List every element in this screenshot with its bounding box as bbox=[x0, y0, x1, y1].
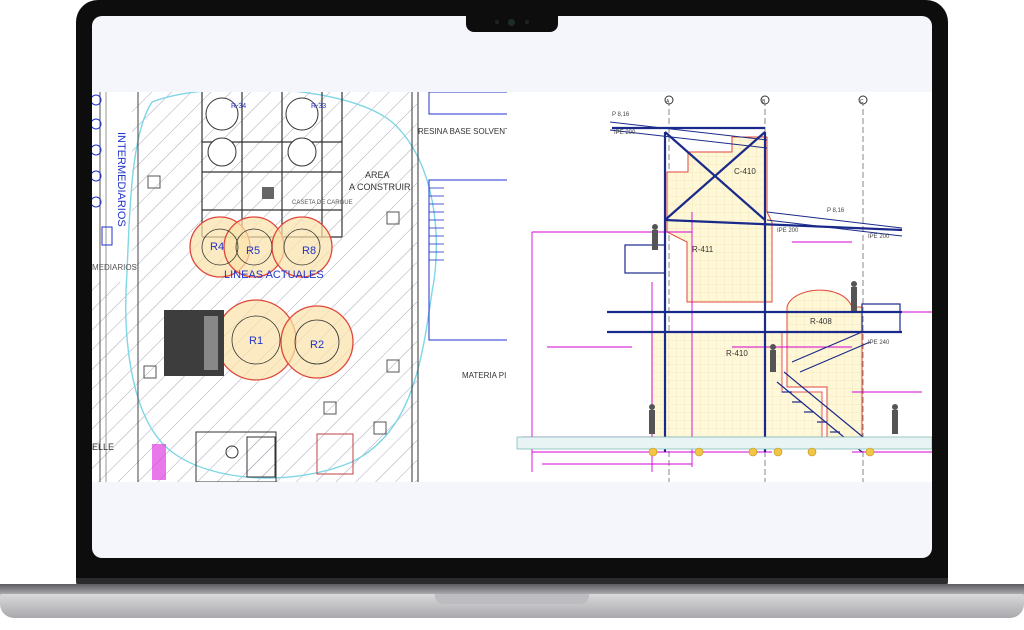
gridline-tag: C bbox=[860, 99, 864, 105]
camera-icon bbox=[508, 19, 515, 26]
reactor-label: R1 bbox=[249, 335, 263, 347]
reactor-label: R4 bbox=[210, 241, 224, 253]
beam-label: IPE 240 bbox=[868, 340, 890, 346]
elle-label: ELLE bbox=[92, 442, 114, 452]
elevation-view: A B C C-410 R-411 R-408 R-410 IPE 200 IP… bbox=[507, 92, 932, 482]
cad-drawings: R-34 R-33 CASETA DE CARGUE R4 R5 R8 R1 R… bbox=[92, 88, 932, 483]
resina-label: RESINA BASE SOLVENT bbox=[418, 127, 510, 136]
cad-drawing-area: R-34 R-33 CASETA DE CARGUE R4 R5 R8 R1 R… bbox=[92, 88, 932, 483]
sensor-icon bbox=[525, 20, 529, 24]
tank-tag: R-34 bbox=[231, 103, 246, 110]
mediarios-label: MEDIARIOS bbox=[92, 263, 137, 272]
materia-label: MATERIA PI bbox=[462, 371, 506, 380]
level-label: P 8,16 bbox=[612, 112, 630, 118]
beam-label: IPE 200 bbox=[614, 130, 636, 136]
intermediarios-label: INTERMEDIARIOS bbox=[115, 132, 127, 227]
trackpad-notch bbox=[435, 594, 589, 604]
reactor-label: R5 bbox=[246, 245, 260, 257]
equipment-tag: R-411 bbox=[692, 245, 714, 254]
equipment-tag: C-410 bbox=[734, 167, 756, 176]
equipment-tag: R-408 bbox=[810, 317, 832, 326]
area-label: AREA bbox=[365, 170, 390, 180]
beam-label: IPE 200 bbox=[868, 234, 890, 240]
level-label: P 8,16 bbox=[827, 208, 845, 214]
equipment-tag: R-410 bbox=[726, 349, 748, 358]
reactor-label: R8 bbox=[302, 245, 316, 257]
reactor-label: R2 bbox=[310, 339, 324, 351]
area-label: A CONSTRUIR bbox=[349, 182, 411, 192]
plan-view: R-34 R-33 CASETA DE CARGUE R4 R5 R8 R1 R… bbox=[92, 88, 510, 483]
laptop-screen: R-34 R-33 CASETA DE CARGUE R4 R5 R8 R1 R… bbox=[92, 16, 932, 558]
lineas-label: LINEAS ACTUALES bbox=[224, 269, 324, 281]
tank-tag: R-33 bbox=[311, 103, 326, 110]
beam-label: IPE 200 bbox=[777, 228, 799, 234]
caseta-label: CASETA DE CARGUE bbox=[292, 200, 353, 206]
sensor-icon bbox=[495, 20, 499, 24]
